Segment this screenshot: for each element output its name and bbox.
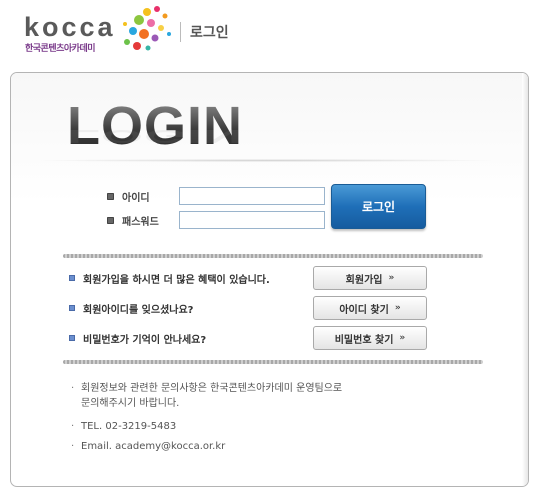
find-id-bullet-icon xyxy=(69,305,75,311)
logo-subtitle: 한국콘텐츠아카데미 xyxy=(25,44,96,54)
signup-text: 회원가입을 하시면 더 많은 혜택이 있습니다. xyxy=(83,274,270,286)
separator-bottom xyxy=(63,360,483,364)
find-password-row: 비밀번호가 기억이 안나세요? xyxy=(69,326,206,350)
password-label: 패스워드 xyxy=(122,216,159,228)
id-label: 아이디 xyxy=(122,192,150,204)
find-password-button[interactable]: 비밀번호 찾기 » xyxy=(313,326,427,350)
double-chevron-right-icon: » xyxy=(399,333,406,343)
logo-dots-graphic xyxy=(123,6,171,51)
signup-row: 회원가입을 하시면 더 많은 혜택이 있습니다. xyxy=(69,266,270,290)
page-title: 로그인 xyxy=(190,25,229,41)
email-text: Email. academy@kocca.or.kr xyxy=(81,441,226,452)
id-bullet-icon xyxy=(107,192,114,200)
login-button[interactable]: 로그인 xyxy=(331,184,426,229)
panel-edge-shade xyxy=(522,73,528,486)
info-notice: · 회원정보와 관련한 문의사항은 한국콘텐츠아카데미 운영팀으로 문의해주시기… xyxy=(71,381,342,411)
find-id-text: 회원아이디를 잊으셨나요? xyxy=(83,304,194,316)
password-bullet-icon xyxy=(107,216,114,224)
find-password-bullet-icon xyxy=(69,335,75,341)
info-email: · Email. academy@kocca.or.kr xyxy=(71,439,225,454)
id-input[interactable] xyxy=(179,187,325,205)
tel-text: TEL. 02-3219-5483 xyxy=(81,421,177,432)
info-bullet-icon: · xyxy=(71,383,75,394)
find-id-button-label: 아이디 찾기 xyxy=(339,304,389,316)
login-heading-reflection: LOGIN xyxy=(67,125,243,147)
signup-button[interactable]: 회원가입 » xyxy=(313,266,427,290)
header-divider xyxy=(180,22,181,42)
separator-top xyxy=(63,254,483,258)
tel-bullet-icon: · xyxy=(71,421,75,432)
signup-bullet-icon xyxy=(69,275,75,281)
find-password-button-label: 비밀번호 찾기 xyxy=(334,334,394,346)
email-bullet-icon: · xyxy=(71,441,75,452)
info-notice-line1: 회원정보와 관련한 문의사항은 한국콘텐츠아카데미 운영팀으로 xyxy=(81,383,343,394)
logo-wordmark: kocca xyxy=(24,12,116,42)
double-chevron-right-icon: » xyxy=(388,273,395,283)
login-panel: LOGIN LOGIN 아이디 패스워드 로그인 회원가입을 하시면 더 많은 … xyxy=(10,72,529,487)
id-row: 아이디 xyxy=(107,187,184,205)
double-chevron-right-icon: » xyxy=(394,303,401,313)
find-id-button[interactable]: 아이디 찾기 » xyxy=(313,296,427,320)
password-row: 패스워드 xyxy=(107,211,184,229)
kocca-logo[interactable]: kocca 한국콘텐츠아카데미 xyxy=(24,4,174,60)
info-tel: · TEL. 02-3219-5483 xyxy=(71,419,176,434)
info-notice-line2: 문의해주시기 바랍니다. xyxy=(81,398,180,409)
find-id-row: 회원아이디를 잊으셨나요? xyxy=(69,296,193,320)
find-password-text: 비밀번호가 기억이 안나세요? xyxy=(83,334,207,346)
heading-underline xyxy=(31,159,501,162)
signup-button-label: 회원가입 xyxy=(345,274,383,286)
password-input[interactable] xyxy=(179,211,325,229)
info-notice-text: 회원정보와 관련한 문의사항은 한국콘텐츠아카데미 운영팀으로 문의해주시기 바… xyxy=(81,381,342,411)
